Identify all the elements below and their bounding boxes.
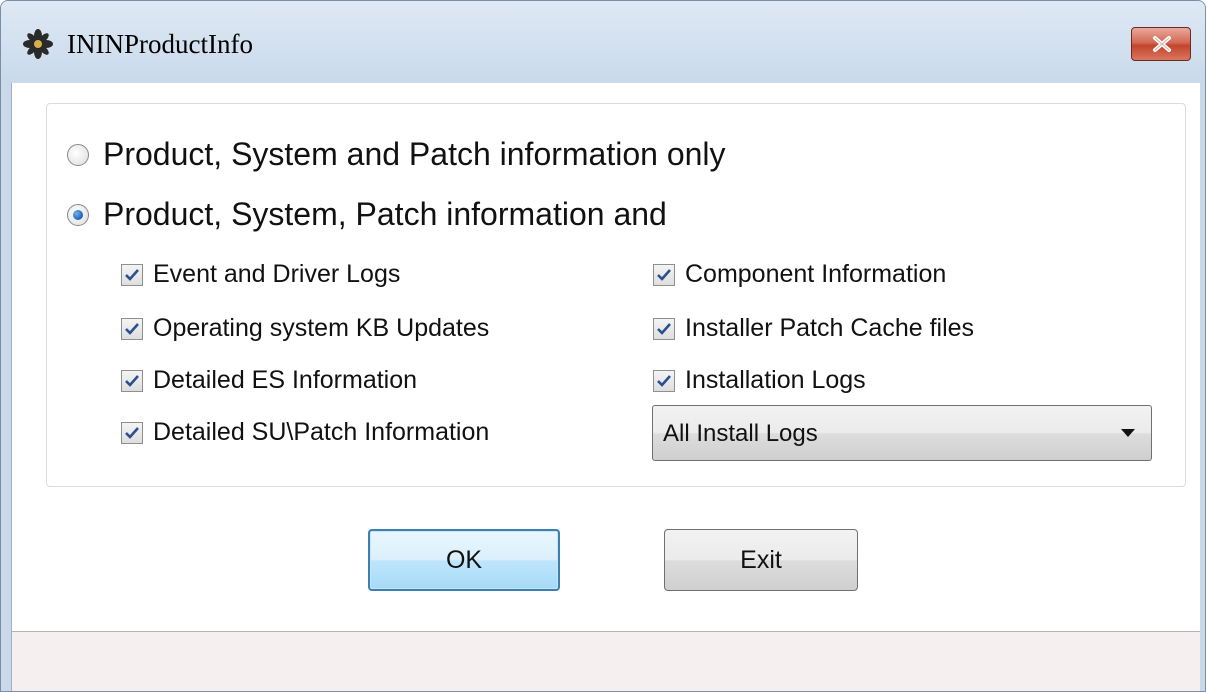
checkbox-installation-logs-label: Installation Logs — [685, 366, 866, 394]
radio-basic-indicator[interactable] — [67, 143, 89, 166]
checkmark-icon — [657, 268, 671, 281]
ok-button-label: OK — [445, 545, 483, 574]
checkmark-icon — [657, 374, 671, 387]
checkbox-detailed-su-patch-info-label: Detailed SU\Patch Information — [153, 418, 490, 446]
checkbox-component-info-box[interactable] — [653, 263, 675, 286]
app-window: ININProductInfo Product, System and Patc… — [0, 0, 1206, 692]
window-title: ININProductInfo — [67, 29, 253, 59]
close-button[interactable] — [1131, 27, 1191, 61]
chevron-down-icon[interactable] — [1121, 429, 1135, 437]
checkbox-installer-patch-cache-box[interactable] — [653, 317, 675, 340]
install-logs-dropdown-value: All Install Logs — [663, 420, 818, 447]
checkbox-os-kb-updates-label: Operating system KB Updates — [153, 314, 490, 342]
checkbox-detailed-es-info-label: Detailed ES Information — [153, 366, 418, 394]
checkbox-detailed-es-info-box[interactable] — [121, 369, 143, 392]
checkbox-event-driver-logs-label: Event and Driver Logs — [153, 260, 401, 288]
checkmark-icon — [125, 374, 139, 387]
title-bar[interactable]: ININProductInfo — [1, 1, 1205, 83]
checkbox-component-info[interactable]: Component Information — [653, 260, 946, 289]
app-icon — [23, 29, 53, 59]
checkbox-event-driver-logs-box[interactable] — [121, 263, 143, 286]
radio-extended-label: Product, System, Patch information and — [103, 196, 667, 232]
checkbox-installation-logs-box[interactable] — [653, 369, 675, 392]
checkmark-icon — [125, 322, 139, 335]
radio-basic-info[interactable]: Product, System and Patch information on… — [67, 136, 726, 173]
checkbox-installer-patch-cache[interactable]: Installer Patch Cache files — [653, 314, 974, 343]
dialog-client-area: Product, System and Patch information on… — [11, 83, 1200, 631]
ok-button[interactable]: OK — [368, 529, 560, 591]
checkbox-detailed-es-info[interactable]: Detailed ES Information — [121, 366, 417, 395]
checkbox-installer-patch-cache-label: Installer Patch Cache files — [685, 314, 975, 342]
checkbox-installation-logs[interactable]: Installation Logs — [653, 366, 866, 395]
close-icon — [1153, 36, 1171, 52]
checkbox-os-kb-updates-box[interactable] — [121, 317, 143, 340]
checkbox-event-driver-logs[interactable]: Event and Driver Logs — [121, 260, 400, 289]
checkmark-icon — [125, 426, 139, 439]
radio-extended-info[interactable]: Product, System, Patch information and — [67, 196, 667, 233]
radio-extended-indicator[interactable] — [67, 203, 89, 226]
checkbox-detailed-su-patch-info[interactable]: Detailed SU\Patch Information — [121, 418, 489, 447]
radio-basic-label: Product, System and Patch information on… — [103, 136, 726, 172]
exit-button[interactable]: Exit — [664, 529, 858, 591]
checkmark-icon — [125, 268, 139, 281]
checkbox-detailed-su-patch-info-box[interactable] — [121, 421, 143, 444]
status-bar — [11, 631, 1200, 691]
checkmark-icon — [657, 322, 671, 335]
install-logs-dropdown[interactable]: All Install Logs — [652, 405, 1152, 461]
exit-button-label: Exit — [740, 545, 782, 574]
checkbox-component-info-label: Component Information — [685, 260, 947, 288]
checkbox-os-kb-updates[interactable]: Operating system KB Updates — [121, 314, 489, 343]
